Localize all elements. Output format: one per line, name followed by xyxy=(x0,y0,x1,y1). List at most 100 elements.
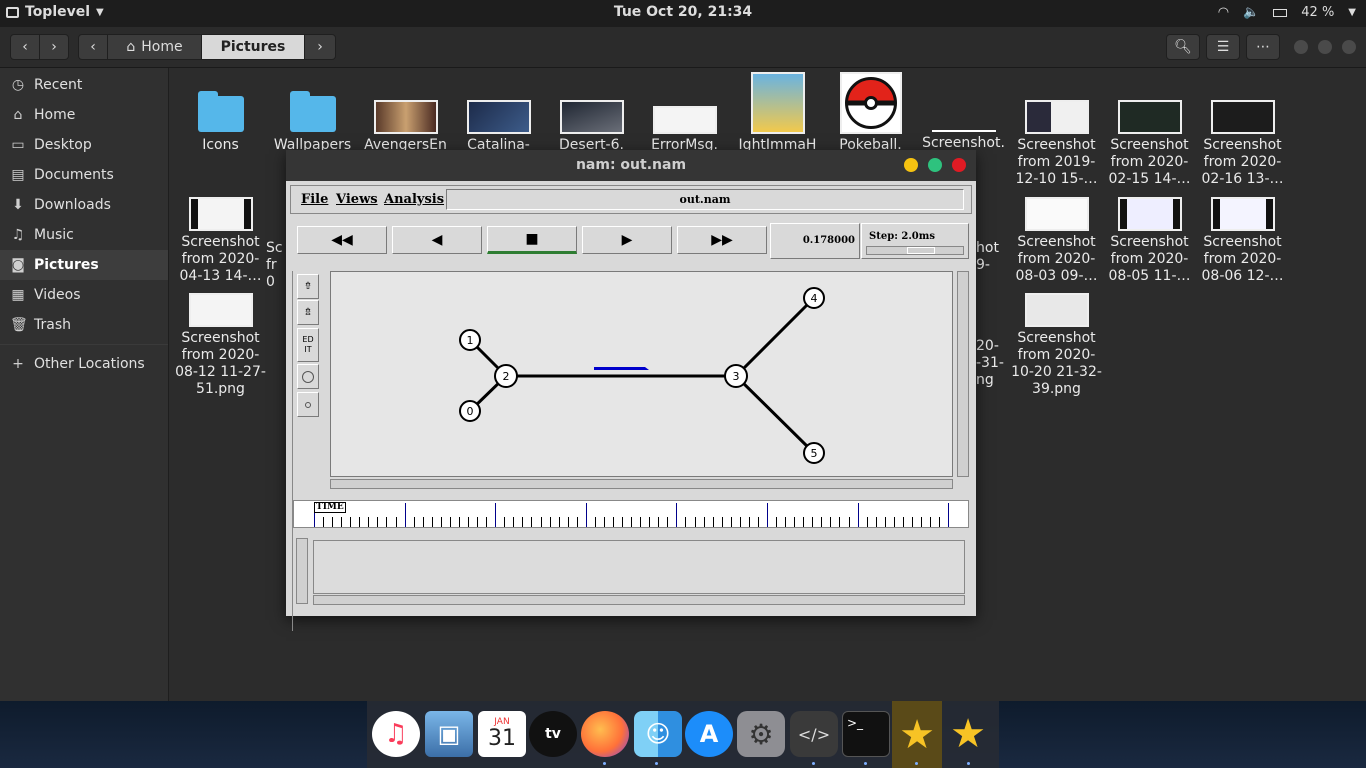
annotation-vscrollbar[interactable] xyxy=(296,538,308,604)
file-item[interactable]: Pokeball. xyxy=(824,72,917,154)
calendar-icon[interactable]: JAN 31 xyxy=(478,711,526,757)
menu-button[interactable]: ⋯ xyxy=(1246,34,1280,60)
file-item[interactable]: Screenshot from 2020- 08-06 12-… xyxy=(1196,197,1289,285)
timeline-tick xyxy=(531,517,533,527)
path-right-button[interactable]: › xyxy=(304,34,336,60)
settings-icon[interactable]: ⚙ xyxy=(737,711,785,757)
sidebar-item-home[interactable]: ⌂ Home xyxy=(0,100,168,130)
file-label: 08-12 11-27- xyxy=(175,364,266,380)
file-item[interactable]: Screenshot from 2020- 10-20 21-32- 39.pn… xyxy=(1010,293,1103,398)
file-item[interactable]: Screenshot from 2020- 08-12 11-27- 51.pn… xyxy=(174,293,267,398)
minimize-button[interactable] xyxy=(904,158,918,172)
timeline-tick xyxy=(413,517,415,527)
app-menu[interactable]: Toplevel ▼ xyxy=(6,4,104,20)
back-button[interactable]: ‹ xyxy=(10,34,40,60)
sidebar-item-videos[interactable]: ▦ Videos xyxy=(0,280,168,310)
file-item[interactable]: Icons xyxy=(174,91,267,154)
maximize-button[interactable] xyxy=(928,158,942,172)
file-item[interactable]: 20- -31- ng xyxy=(976,338,1006,389)
node-size-large-button[interactable] xyxy=(297,364,319,389)
stop-button[interactable]: ■ xyxy=(487,226,577,254)
file-item[interactable]: ErrorMsg. xyxy=(638,106,731,154)
close-button[interactable] xyxy=(952,158,966,172)
sidebar-item-recent[interactable]: ◷ Recent xyxy=(0,70,168,100)
step-back-button[interactable]: ◀ xyxy=(392,226,482,254)
music-icon[interactable]: ♫ xyxy=(372,711,420,757)
file-item[interactable]: Catalina- xyxy=(452,100,545,154)
breadcrumb-pictures[interactable]: Pictures xyxy=(201,34,305,60)
timeline-tick xyxy=(803,517,805,527)
node-size-small-button[interactable] xyxy=(297,392,319,417)
file-item[interactable]: hot 9- xyxy=(976,240,1006,274)
file-item[interactable]: Screenshot from 2020- 04-13 14-… xyxy=(174,197,267,285)
sidebar-item-downloads[interactable]: ⬇ Downloads xyxy=(0,190,168,220)
close-button[interactable] xyxy=(1342,40,1356,54)
step-slider-handle[interactable] xyxy=(907,247,935,254)
star-icon[interactable]: ★ xyxy=(892,701,942,768)
breadcrumb-home[interactable]: ⌂ Home xyxy=(107,34,202,60)
image-thumbnail xyxy=(188,197,253,231)
file-item[interactable]: Screenshot from 2020- 08-05 11-… xyxy=(1103,197,1196,285)
system-menu[interactable]: ◠ 🔈 42 % ▼ xyxy=(1218,5,1356,20)
file-item[interactable]: Screenshot. xyxy=(917,130,1010,152)
fast-forward-icon: ▶▶ xyxy=(711,232,733,248)
view-list-button[interactable]: ☰ xyxy=(1206,34,1240,60)
edit-button[interactable]: ED IT xyxy=(297,328,319,362)
window-titlebar[interactable]: nam: out.nam xyxy=(286,150,976,181)
search-button[interactable]: 🔍︎ xyxy=(1166,34,1200,60)
file-item[interactable]: Screenshot from 2020- 02-15 14-… xyxy=(1103,100,1196,188)
clock[interactable]: Tue Oct 20, 21:34 xyxy=(614,4,752,20)
maximize-button[interactable] xyxy=(1318,40,1332,54)
file-item[interactable]: IghtImmaH xyxy=(731,72,824,154)
play-button[interactable]: ▶ xyxy=(582,226,672,254)
canvas-hscrollbar[interactable] xyxy=(330,479,953,489)
sidebar-item-documents[interactable]: ▤ Documents xyxy=(0,160,168,190)
preview-icon[interactable]: ▣ xyxy=(425,711,473,757)
menu-file[interactable]: File xyxy=(301,192,328,207)
file-label: from 2020- xyxy=(1017,347,1096,363)
timeline[interactable]: TIME xyxy=(293,500,969,528)
zoom-out-button[interactable]: ⇯ xyxy=(297,300,319,325)
file-label: Screenshot xyxy=(181,234,260,250)
path-left-button[interactable]: ‹ xyxy=(78,34,108,60)
timeline-tick xyxy=(449,517,451,527)
file-item[interactable]: Wallpapers xyxy=(266,91,359,154)
star-icon[interactable]: ★ xyxy=(944,711,992,757)
file-item[interactable]: AvengersEn xyxy=(359,100,452,154)
sidebar-item-music[interactable]: ♫ Music xyxy=(0,220,168,250)
timeline-tick xyxy=(631,517,633,527)
timeline-tick xyxy=(458,517,460,527)
annotation-panel[interactable] xyxy=(313,540,965,594)
file-label: Screenshot xyxy=(1110,137,1189,153)
sidebar-item-other-locations[interactable]: + Other Locations xyxy=(0,349,168,379)
timeline-tick xyxy=(576,517,578,527)
app-store-icon[interactable]: A xyxy=(685,711,733,757)
rewind-button[interactable]: ◀◀ xyxy=(297,226,387,254)
menu-views[interactable]: Views xyxy=(336,192,378,207)
file-item[interactable]: Screenshot from 2020- 08-03 09-… xyxy=(1010,197,1103,285)
fast-forward-button[interactable]: ▶▶ xyxy=(677,226,767,254)
canvas-vscrollbar[interactable] xyxy=(957,271,969,477)
menu-analysis[interactable]: Analysis xyxy=(384,192,444,207)
sidebar-item-pictures[interactable]: ◙ Pictures xyxy=(0,250,168,280)
firefox-icon[interactable] xyxy=(581,711,629,757)
forward-button[interactable]: › xyxy=(39,34,69,60)
minimize-button[interactable] xyxy=(1294,40,1308,54)
code-editor-icon[interactable]: </> xyxy=(790,711,838,757)
zoom-in-button[interactable]: ⇮ xyxy=(297,274,319,299)
sidebar-item-desktop[interactable]: ▭ Desktop xyxy=(0,130,168,160)
file-item[interactable]: Sc fr 0 xyxy=(266,240,286,291)
step-slider[interactable] xyxy=(866,246,964,255)
finder-icon[interactable]: ☺ xyxy=(634,711,682,757)
file-item[interactable]: Desert-6. xyxy=(545,100,638,154)
annotation-hscrollbar[interactable] xyxy=(313,595,965,605)
network-canvas[interactable]: 0 1 2 3 4 5 xyxy=(330,271,953,477)
file-label: from 2020- xyxy=(1110,251,1189,267)
file-item[interactable]: Screenshot from 2020- 02-16 13-… xyxy=(1196,100,1289,188)
file-label: from 2020- xyxy=(181,251,260,267)
apple-tv-icon[interactable]: tv xyxy=(529,711,577,757)
filename-display: out.nam xyxy=(446,189,964,210)
sidebar-item-trash[interactable]: 🗑︎ Trash xyxy=(0,310,168,340)
terminal-icon[interactable]: >_ xyxy=(842,711,890,757)
file-item[interactable]: Screenshot from 2019- 12-10 15-… xyxy=(1010,100,1103,188)
